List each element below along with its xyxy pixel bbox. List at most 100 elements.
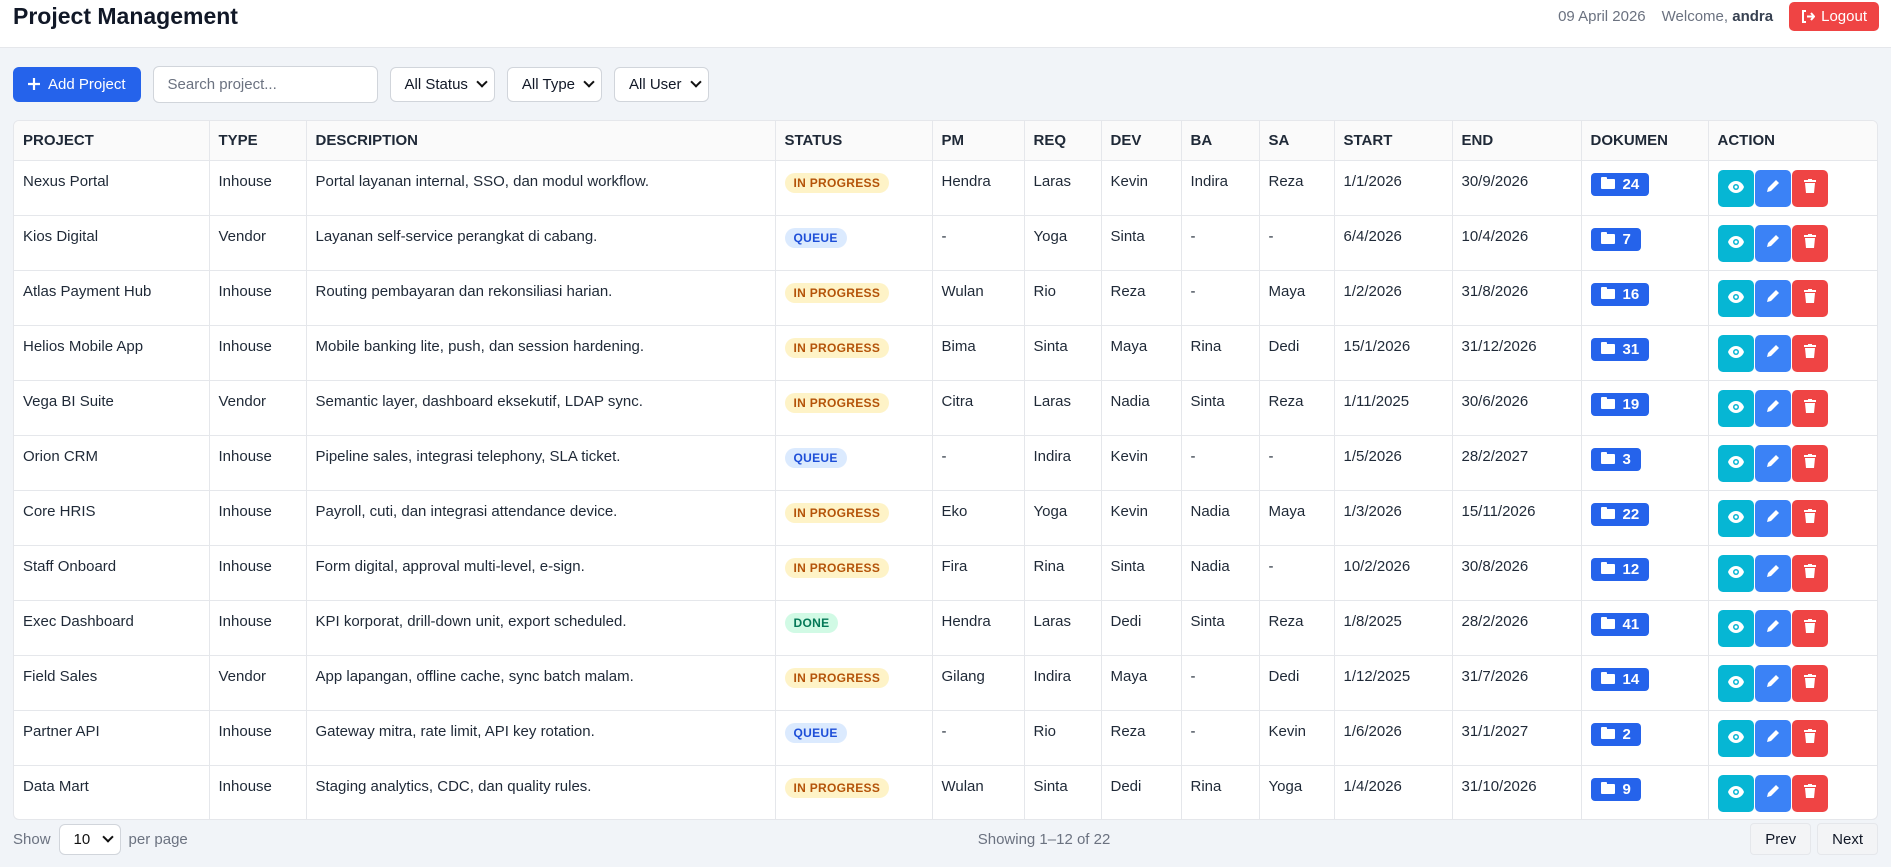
status-badge: IN PROGRESS [784,502,890,523]
delete-button[interactable] [1791,774,1828,812]
edit-button[interactable] [1754,334,1791,372]
prev-page-button[interactable]: Prev [1750,823,1812,855]
eye-icon [1727,235,1744,252]
per-page-select[interactable]: 10 [58,823,121,855]
table-row: Staff Onboard Inhouse Form digital, approv… [14,545,1877,601]
delete-button[interactable] [1791,664,1828,702]
cell-pm: Wulan [932,765,1025,819]
cell-project: Field Sales [14,655,210,711]
edit-button[interactable] [1754,609,1791,647]
documents-button[interactable]: 41 [1590,612,1650,636]
cell-type: Vendor [209,380,307,436]
row-actions [1717,444,1869,482]
user-filter[interactable]: All User [614,66,709,102]
edit-button[interactable] [1754,664,1791,702]
add-project-button[interactable]: Add Project [13,66,141,102]
edit-button[interactable] [1754,279,1791,317]
edit-button[interactable] [1754,499,1791,537]
table-header-row: Project Type Description Status PM REQ DEV BA SA… [14,121,1877,161]
documents-button[interactable]: 2 [1590,722,1641,746]
view-button[interactable] [1717,444,1754,482]
edit-button[interactable] [1754,224,1791,262]
delete-button[interactable] [1791,224,1828,262]
cell-req: Sinta [1024,325,1102,381]
column-header: DEV [1101,121,1182,161]
edit-button[interactable] [1754,719,1791,757]
edit-button[interactable] [1754,554,1791,592]
eye-icon [1727,565,1744,582]
documents-button[interactable]: 12 [1590,557,1650,581]
documents-button[interactable]: 22 [1590,502,1650,526]
edit-button[interactable] [1754,774,1791,812]
view-button[interactable] [1717,499,1754,537]
cell-type: Inhouse [209,600,307,656]
type-filter[interactable]: All Type [506,66,603,102]
cell-action [1708,765,1877,819]
status-badge: QUEUE [784,722,847,743]
delete-button[interactable] [1791,719,1828,757]
cell-status: IN PROGRESS [775,325,933,381]
eye-icon [1727,455,1744,472]
pencil-icon [1766,564,1780,582]
view-button[interactable] [1717,334,1754,372]
documents-button[interactable]: 24 [1590,172,1650,196]
cell-pm: - [932,435,1025,491]
cell-dev: Maya [1101,655,1182,711]
column-header: Description [306,121,776,161]
cell-dev: Sinta [1101,545,1182,601]
cell-type: Vendor [209,655,307,711]
current-date: 09 April 2026 [1558,8,1646,25]
view-button[interactable] [1717,389,1754,427]
documents-button[interactable]: 3 [1590,447,1641,471]
view-button[interactable] [1717,279,1754,317]
search-input[interactable] [152,65,378,103]
cell-pm: Wulan [932,270,1025,326]
trash-icon [1803,619,1816,637]
view-button[interactable] [1717,609,1754,647]
documents-count: 31 [1622,340,1640,358]
documents-button[interactable]: 19 [1590,392,1650,416]
column-header: REQ [1024,121,1102,161]
column-header: Project [14,121,210,161]
delete-button[interactable] [1791,499,1828,537]
documents-button[interactable]: 14 [1590,667,1650,691]
documents-button[interactable]: 16 [1590,282,1650,306]
eye-icon [1727,510,1744,527]
view-button[interactable] [1717,774,1754,812]
cell-dev: Dedi [1101,600,1182,656]
documents-button[interactable]: 9 [1590,777,1641,801]
delete-button[interactable] [1791,169,1828,207]
documents-button[interactable]: 31 [1590,337,1650,361]
documents-button[interactable]: 7 [1590,227,1641,251]
edit-button[interactable] [1754,444,1791,482]
cell-req: Sinta [1024,765,1102,819]
delete-button[interactable] [1791,609,1828,647]
view-button[interactable] [1717,719,1754,757]
table-row: Data Mart Inhouse Staging analytics, CDC, … [14,765,1877,819]
status-filter[interactable]: All Status [389,66,495,102]
chevron-down-icon [476,76,488,88]
column-header: End [1452,121,1582,161]
view-button[interactable] [1717,224,1754,262]
delete-button[interactable] [1791,389,1828,427]
edit-button[interactable] [1754,169,1791,207]
pencil-icon [1766,399,1780,417]
delete-button[interactable] [1791,554,1828,592]
view-button[interactable] [1717,664,1754,702]
cell-start: 1/5/2026 [1334,435,1453,491]
delete-button[interactable] [1791,279,1828,317]
view-button[interactable] [1717,169,1754,207]
trash-icon [1803,729,1816,747]
cell-description: KPI korporat, drill-down unit, export sc… [306,600,776,656]
cell-end: 31/10/2026 [1452,765,1582,819]
page-size-control: Show 10 per page [13,823,188,855]
projects-table: Project Type Description Status PM REQ DEV BA SA… [14,121,1877,819]
cell-status: DONE [775,600,933,656]
cell-pm: Eko [932,490,1025,546]
view-button[interactable] [1717,554,1754,592]
delete-button[interactable] [1791,334,1828,372]
next-page-button[interactable]: Next [1817,823,1878,855]
logout-button[interactable]: Logout [1789,2,1879,31]
edit-button[interactable] [1754,389,1791,427]
delete-button[interactable] [1791,444,1828,482]
